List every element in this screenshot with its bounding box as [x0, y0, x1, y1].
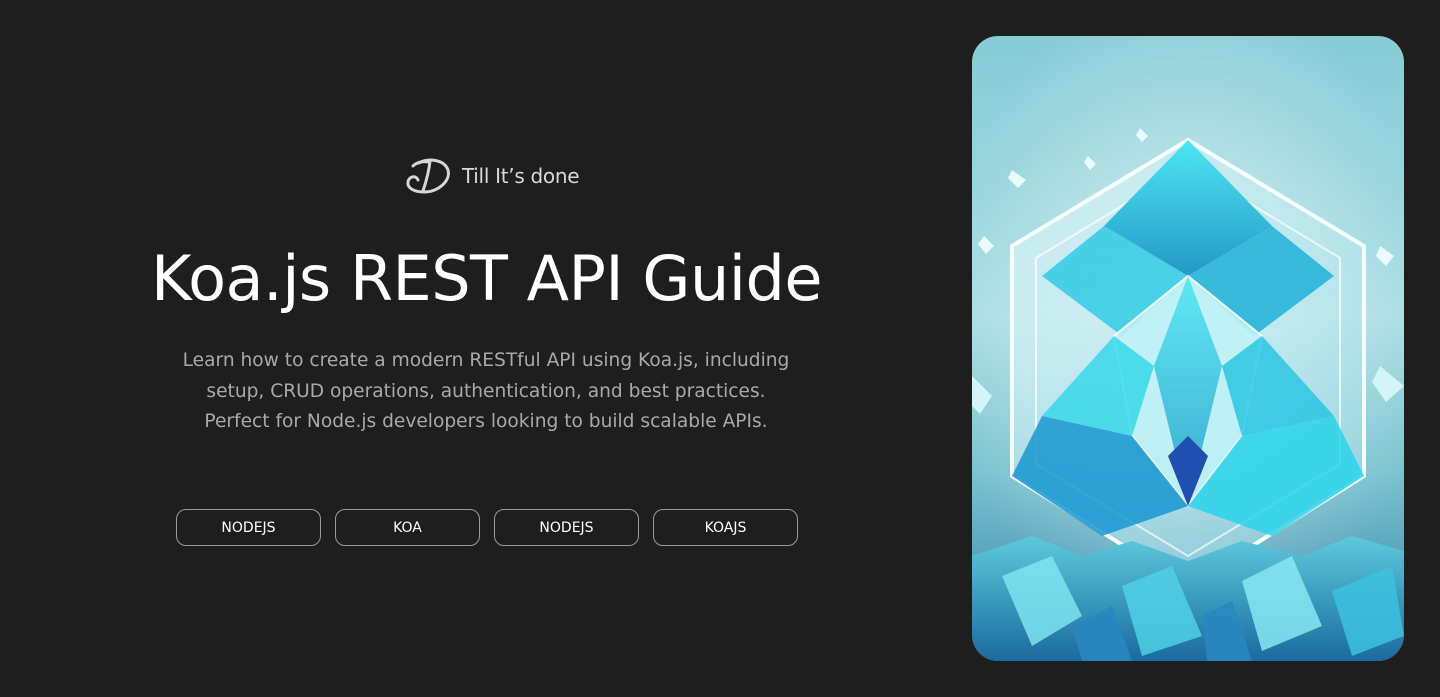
- description-line: Perfect for Node.js developers looking t…: [204, 411, 768, 432]
- page-description: Learn how to create a modern RESTful API…: [176, 346, 796, 438]
- brand[interactable]: Till It’s done: [404, 156, 580, 196]
- script-d-logo-icon: [406, 158, 450, 194]
- tag-list: NODEJS KOA NODEJS KOAJS: [176, 509, 798, 546]
- description-line: Learn how to create a modern RESTful API…: [182, 350, 790, 371]
- page: Till It’s done Koa.js REST API Guide Lea…: [0, 0, 1440, 697]
- tag-koajs[interactable]: KOAJS: [653, 509, 798, 546]
- tag-nodejs[interactable]: NODEJS: [176, 509, 321, 546]
- hero-image: [972, 36, 1404, 661]
- page-title: Koa.js REST API Guide: [151, 242, 823, 315]
- crystal-hexagon-illustration: [972, 36, 1404, 661]
- tag-koa[interactable]: KOA: [335, 509, 480, 546]
- brand-name: Till It’s done: [462, 164, 580, 188]
- description-line: setup, CRUD operations, authentication, …: [206, 380, 766, 402]
- tag-nodejs-2[interactable]: NODEJS: [494, 509, 639, 546]
